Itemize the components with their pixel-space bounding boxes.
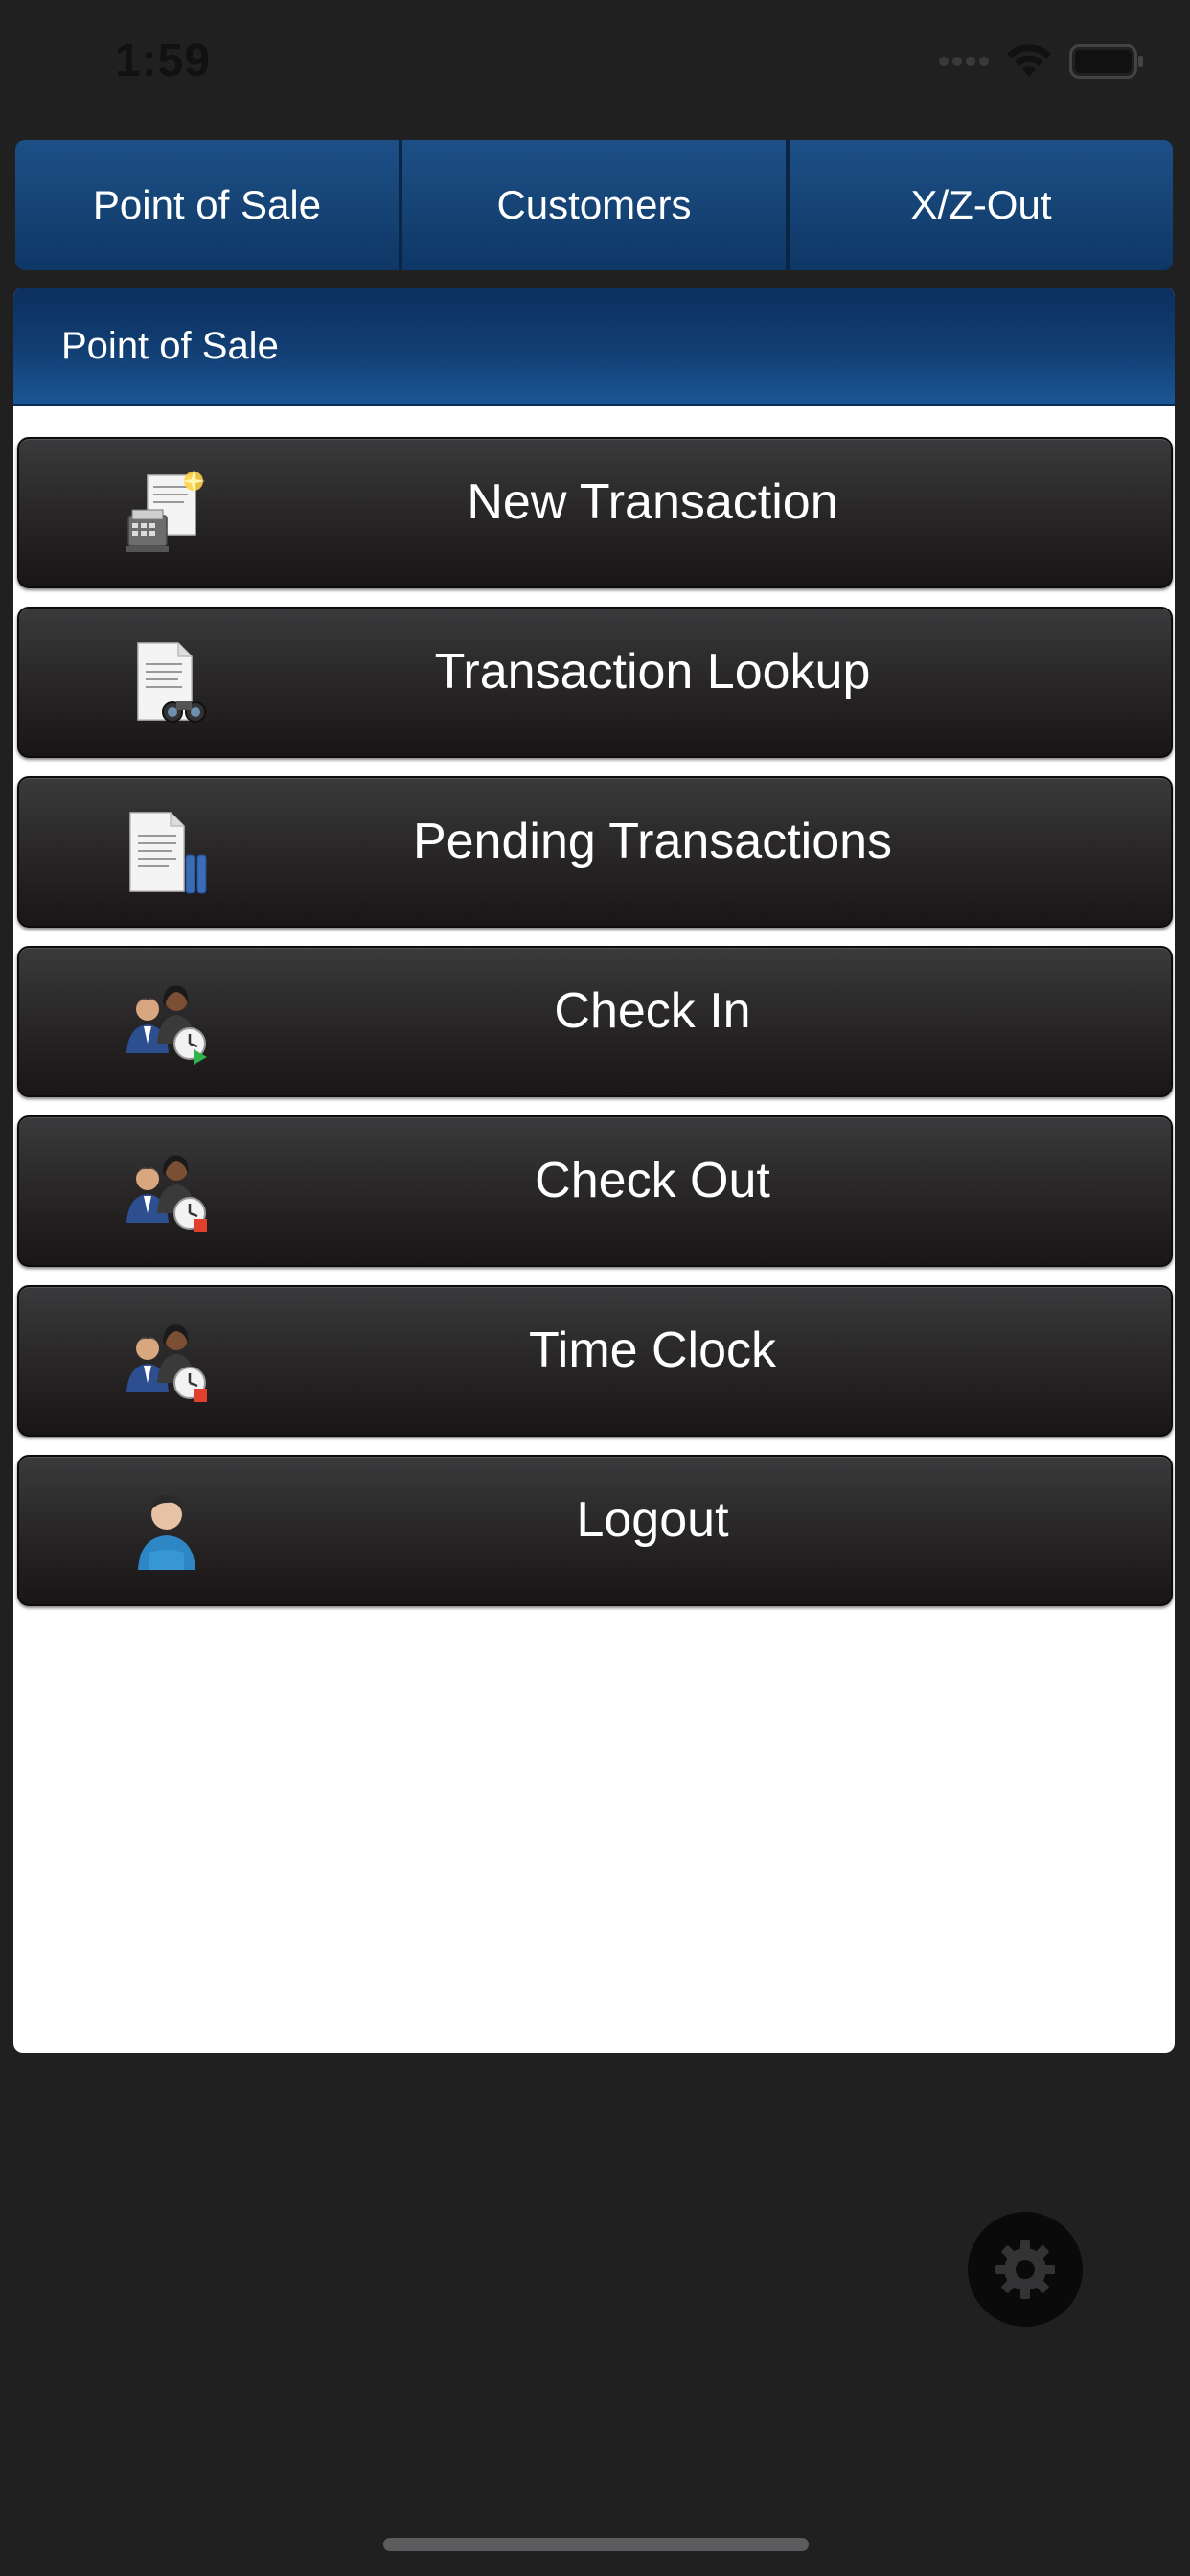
- user-logout-icon: [138, 1494, 195, 1570]
- home-indicator: [383, 2538, 809, 2551]
- cellular-signal-icon: [939, 57, 989, 66]
- panel-title: Point of Sale: [61, 324, 279, 367]
- menu-label: Time Clock: [528, 1322, 777, 1378]
- check-in-button[interactable]: Check In: [17, 946, 1173, 1097]
- document-binoculars-icon: [137, 642, 206, 723]
- check-out-button[interactable]: Check Out: [17, 1116, 1173, 1267]
- wifi-icon: [1007, 44, 1051, 77]
- menu-label: Logout: [576, 1492, 729, 1548]
- main-panel: Point of Sale New Transaction Transactio…: [13, 288, 1175, 2053]
- top-tab-bar: Point of Sale Customers X/Z-Out: [15, 140, 1173, 270]
- menu-label: New Transaction: [467, 474, 838, 530]
- cash-register-document-icon: [126, 470, 205, 552]
- tab-point-of-sale[interactable]: Point of Sale: [15, 140, 399, 270]
- tab-label: Customers: [496, 182, 692, 227]
- status-time: 1:59: [115, 35, 212, 86]
- time-clock-button[interactable]: Time Clock: [17, 1285, 1173, 1437]
- transaction-lookup-button[interactable]: Transaction Lookup: [17, 607, 1173, 758]
- menu-label: Check Out: [535, 1153, 770, 1208]
- status-bar: 1:59: [0, 0, 1190, 134]
- new-transaction-button[interactable]: New Transaction: [17, 437, 1173, 588]
- people-clock-in-icon: [126, 985, 207, 1065]
- menu-label: Check In: [554, 983, 751, 1039]
- document-pending-icon: [129, 812, 207, 894]
- people-clock-out-icon: [126, 1155, 207, 1232]
- status-icons: [939, 44, 1144, 79]
- tab-xz-out[interactable]: X/Z-Out: [790, 140, 1173, 270]
- settings-button[interactable]: [968, 2212, 1083, 2327]
- battery-icon: [1069, 44, 1143, 79]
- tab-label: X/Z-Out: [910, 182, 1052, 227]
- logout-button[interactable]: Logout: [17, 1455, 1173, 1606]
- pending-transactions-button[interactable]: Pending Transactions: [17, 776, 1173, 928]
- panel-header: Point of Sale: [13, 288, 1175, 406]
- menu-list: New Transaction Transaction Lookup Pendi…: [17, 437, 1173, 1624]
- menu-label: Transaction Lookup: [434, 644, 871, 700]
- tab-label: Point of Sale: [92, 182, 322, 227]
- people-clock-icon: [126, 1324, 207, 1402]
- tab-customers[interactable]: Customers: [402, 140, 786, 270]
- menu-label: Pending Transactions: [412, 814, 893, 869]
- gear-icon: [995, 2240, 1055, 2299]
